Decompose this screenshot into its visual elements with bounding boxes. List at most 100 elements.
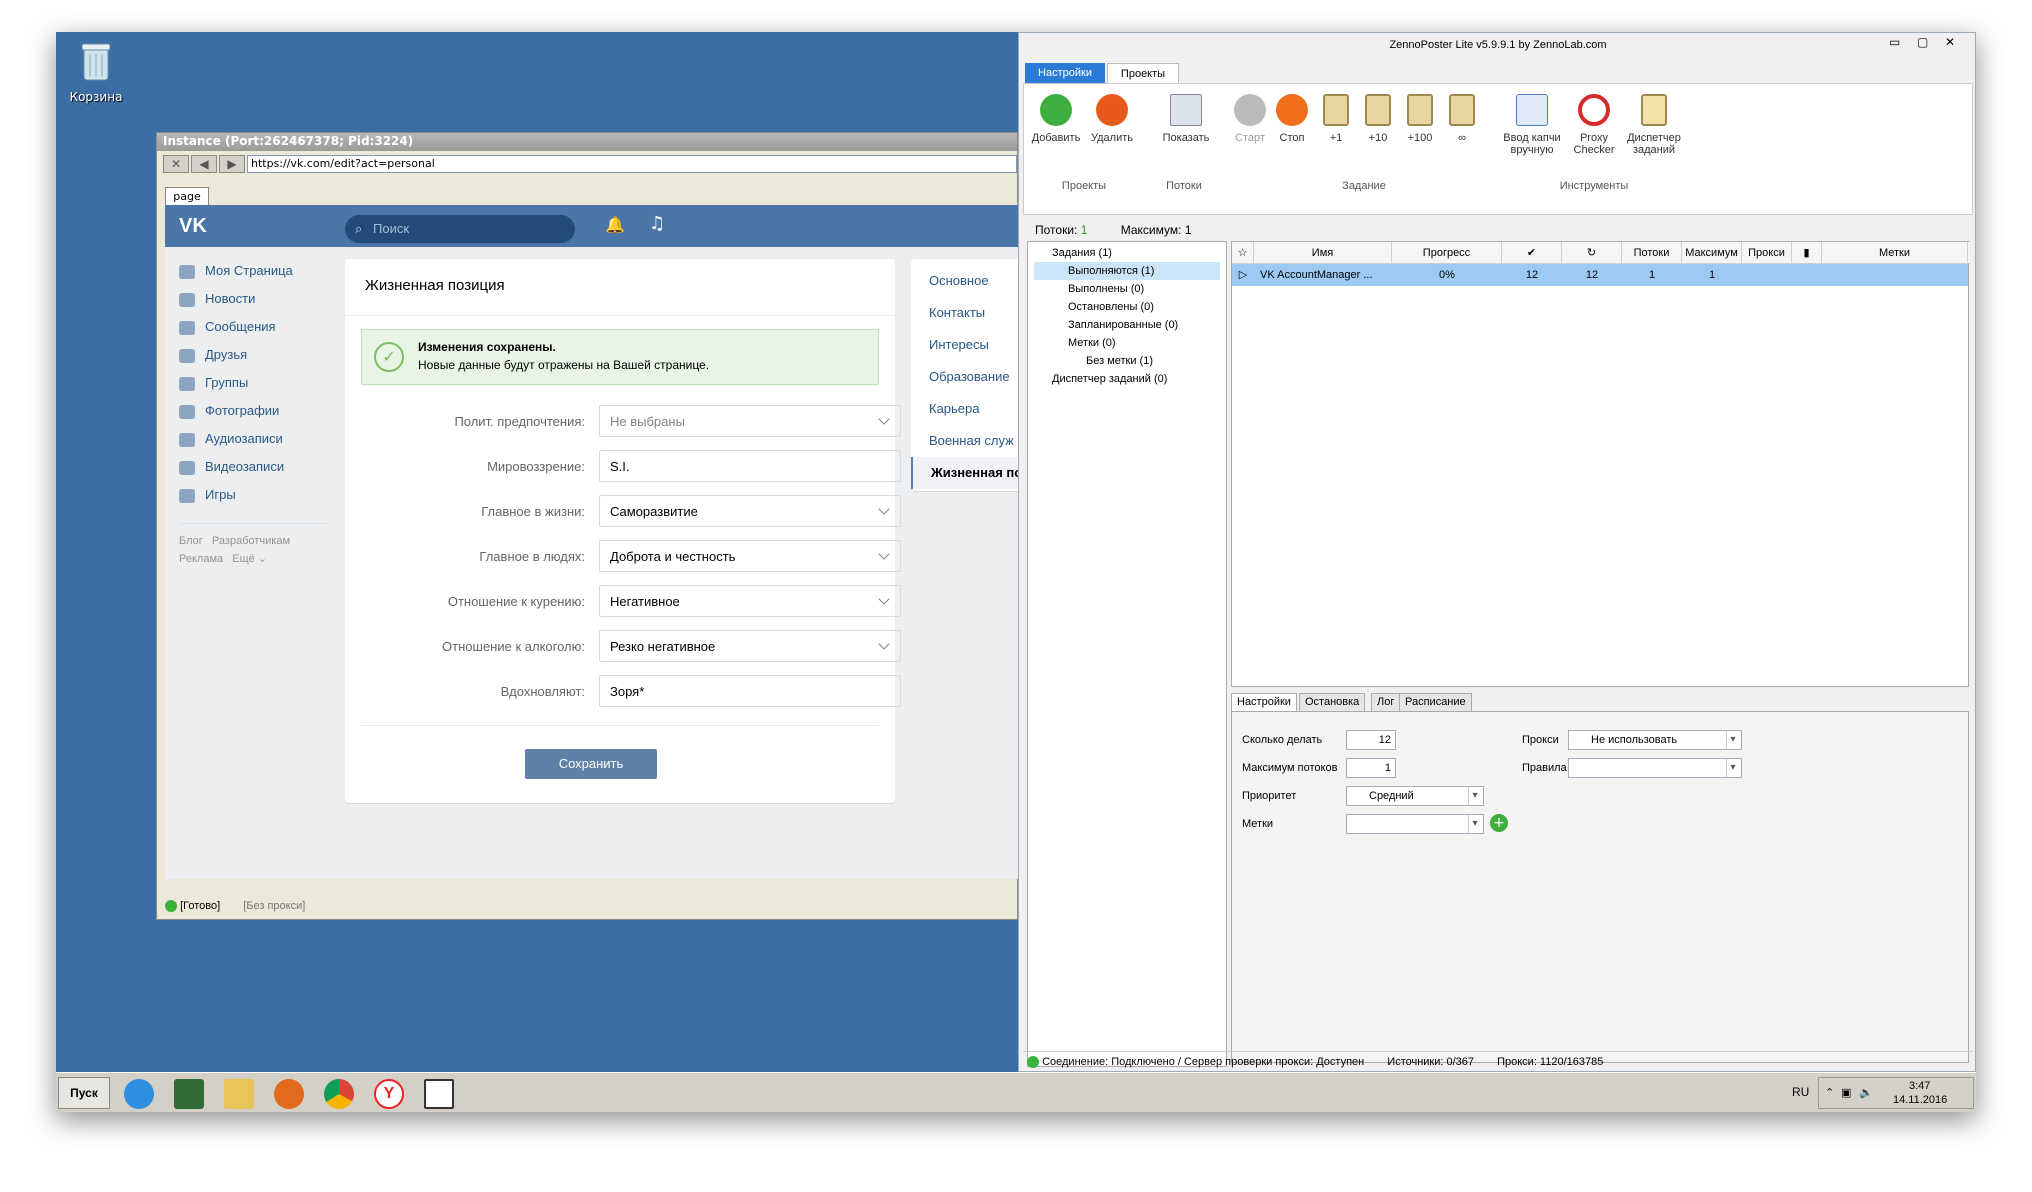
vk-logo[interactable]: VK	[179, 215, 207, 238]
side-item-my-page[interactable]: Моя Страница	[179, 257, 329, 285]
vk-search-input[interactable]: ⌕ Поиск	[345, 215, 575, 243]
infinite-button[interactable]: ∞	[1442, 94, 1482, 144]
labels-select[interactable]	[1346, 814, 1484, 834]
tree-stopped[interactable]: Остановлены (0)	[1034, 298, 1220, 316]
alcohol-select[interactable]: Резко негативное	[599, 630, 901, 662]
col-name[interactable]: Имя	[1254, 242, 1392, 264]
people-main-select[interactable]: Доброта и честность	[599, 540, 901, 572]
bell-icon[interactable]: 🔔	[605, 215, 625, 234]
col-progress[interactable]: Прогресс	[1392, 242, 1502, 264]
ie-icon[interactable]	[124, 1079, 154, 1109]
tab-settings[interactable]: Настройки	[1025, 63, 1105, 83]
tab-projects[interactable]: Проекты	[1107, 63, 1179, 83]
tab-page[interactable]: page	[165, 187, 209, 205]
stab-settings[interactable]: Настройки	[1231, 693, 1297, 711]
side-item-video[interactable]: Видеозаписи	[179, 453, 329, 481]
footer-ads[interactable]: Реклама	[179, 553, 223, 565]
col-signal-icon[interactable]: ▮	[1792, 242, 1822, 264]
side-item-audio[interactable]: Аудиозаписи	[179, 425, 329, 453]
how-many-input[interactable]: 12	[1346, 730, 1396, 750]
volume-icon[interactable]: 🔈	[1859, 1086, 1873, 1099]
col-max[interactable]: Максимум	[1682, 242, 1742, 264]
tree-no-label[interactable]: Без метки (1)	[1034, 352, 1220, 370]
max-threads-input[interactable]: 1	[1346, 758, 1396, 778]
yandex-icon[interactable]: Y	[374, 1079, 404, 1109]
chevron-up-icon[interactable]: ⌃	[1825, 1086, 1834, 1099]
menu-contacts[interactable]: Контакты	[911, 297, 1019, 329]
chrome-icon[interactable]	[324, 1079, 354, 1109]
col-repeat[interactable]: ↻	[1562, 242, 1622, 264]
plus100-button[interactable]: +100	[1400, 94, 1440, 144]
stab-stop[interactable]: Остановка	[1299, 693, 1366, 711]
tree-tasks[interactable]: Задания (1)	[1034, 244, 1220, 262]
side-item-friends[interactable]: Друзья	[179, 341, 329, 369]
close-icon[interactable]: ✕	[1945, 35, 1955, 49]
zennoposter-taskbar-icon[interactable]	[424, 1079, 454, 1109]
proxy-select[interactable]: Не использовать	[1568, 730, 1742, 750]
show-button[interactable]: Показать	[1158, 94, 1214, 144]
url-input[interactable]: https://vk.com/edit?act=personal	[247, 155, 1017, 173]
rules-select[interactable]	[1568, 758, 1742, 778]
delete-button[interactable]: Удалить	[1086, 94, 1138, 144]
music-icon[interactable]: ♫	[649, 213, 665, 234]
side-item-messages[interactable]: Сообщения	[179, 313, 329, 341]
col-star-icon[interactable]: ☆	[1232, 242, 1254, 264]
col-done[interactable]: ✔	[1502, 242, 1562, 264]
add-label-icon[interactable]: +	[1490, 814, 1508, 832]
stab-log[interactable]: Лог	[1371, 693, 1401, 711]
col-metki[interactable]: Метки	[1822, 242, 1968, 264]
menu-military[interactable]: Военная служ	[911, 425, 1019, 457]
menu-education[interactable]: Образование	[911, 361, 1019, 393]
side-item-games[interactable]: Игры	[179, 481, 329, 509]
minimize-icon[interactable]: ▭	[1889, 35, 1900, 49]
language-indicator[interactable]: RU	[1792, 1085, 1809, 1099]
menu-main[interactable]: Основное	[911, 265, 1019, 297]
tree-scheduled[interactable]: Запланированные (0)	[1034, 316, 1220, 334]
start-button[interactable]: Пуск	[58, 1077, 110, 1109]
save-button[interactable]: Сохранить	[525, 749, 657, 779]
tree-dispatcher[interactable]: Диспетчер заданий (0)	[1034, 370, 1220, 388]
smoking-select[interactable]: Негативное	[599, 585, 901, 617]
task-manager-button[interactable]: Диспетчер заданий	[1624, 94, 1684, 156]
footer-dev[interactable]: Разработчикам	[212, 535, 290, 547]
tree-done[interactable]: Выполнены (0)	[1034, 280, 1220, 298]
plus1-button[interactable]: +1	[1316, 94, 1356, 144]
footer-blog[interactable]: Блог	[179, 535, 203, 547]
tree-labels[interactable]: Метки (0)	[1034, 334, 1220, 352]
stop-nav-button[interactable]: ✕	[163, 155, 189, 173]
menu-interests[interactable]: Интересы	[911, 329, 1019, 361]
side-item-news[interactable]: Новости	[179, 285, 329, 313]
menu-career[interactable]: Карьера	[911, 393, 1019, 425]
col-threads[interactable]: Потоки	[1622, 242, 1682, 264]
forward-button[interactable]: ▶	[219, 155, 245, 173]
proxy-checker-button[interactable]: Proxy Checker	[1568, 94, 1620, 156]
politics-select[interactable]: Не выбраны	[599, 405, 901, 437]
add-button[interactable]: Добавить	[1030, 94, 1082, 144]
side-item-groups[interactable]: Группы	[179, 369, 329, 397]
terminal-icon[interactable]	[174, 1079, 204, 1109]
firefox-icon[interactable]	[274, 1079, 304, 1109]
footer-more[interactable]: Ещё ⌄	[232, 553, 267, 565]
plus10-button[interactable]: +10	[1358, 94, 1398, 144]
worldview-input[interactable]: S.I.	[599, 450, 901, 482]
side-item-photos[interactable]: Фотографии	[179, 397, 329, 425]
audio-icon	[179, 432, 195, 447]
network-icon[interactable]: ▣	[1841, 1086, 1851, 1099]
start-button[interactable]: Старт	[1230, 94, 1270, 144]
life-main-select[interactable]: Саморазвитие	[599, 495, 901, 527]
stop-button[interactable]: Стоп	[1272, 94, 1312, 144]
recycle-bin-icon[interactable]	[76, 40, 116, 84]
home-icon	[179, 264, 195, 279]
folder-icon[interactable]	[224, 1079, 254, 1109]
captcha-button[interactable]: Ввод капчи вручную	[1500, 94, 1564, 156]
back-button[interactable]: ◀	[191, 155, 217, 173]
notice-text: Новые данные будут отражены на Вашей стр…	[418, 358, 710, 372]
table-row[interactable]: ▷ VK AccountManager ... 0% 12 12 1 1	[1232, 264, 1968, 286]
maximize-icon[interactable]: ▢	[1917, 35, 1928, 49]
tree-running[interactable]: Выполняются (1)	[1034, 262, 1220, 280]
stab-schedule[interactable]: Расписание	[1399, 693, 1472, 711]
menu-life-position[interactable]: Жизненная по	[911, 457, 1019, 489]
inspire-input[interactable]: Зоря*	[599, 675, 901, 707]
priority-select[interactable]: Средний	[1346, 786, 1484, 806]
col-proxy[interactable]: Прокси	[1742, 242, 1792, 264]
